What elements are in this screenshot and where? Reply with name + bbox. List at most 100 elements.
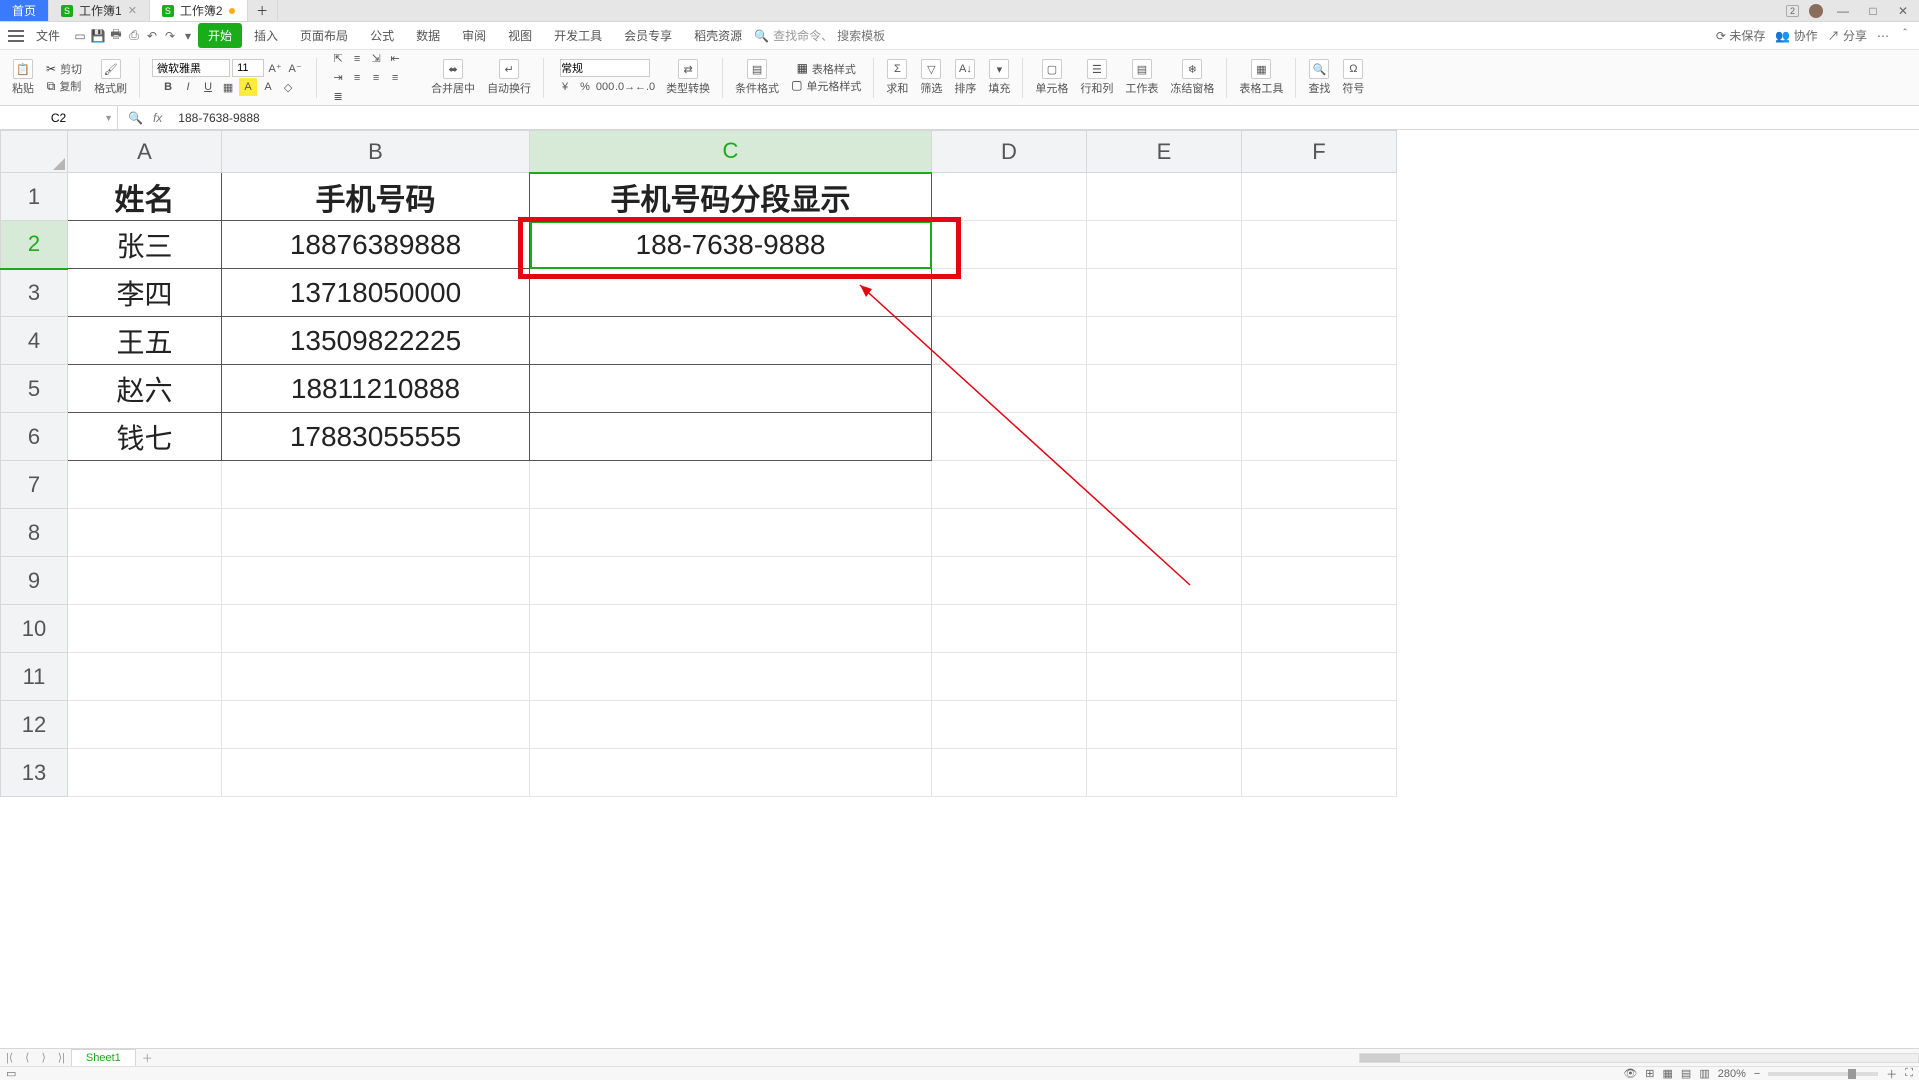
scrollbar-thumb[interactable] xyxy=(1360,1054,1400,1062)
cond-format-button[interactable]: ▤条件格式 xyxy=(731,59,783,96)
cell[interactable] xyxy=(530,461,932,509)
align-center-icon[interactable]: ≡ xyxy=(367,69,385,87)
font-color-button[interactable]: A xyxy=(259,78,277,96)
align-top-icon[interactable]: ⇱ xyxy=(329,50,347,68)
menu-start[interactable]: 开始 xyxy=(198,23,242,48)
cell[interactable] xyxy=(932,461,1087,509)
col-header-c[interactable]: C xyxy=(530,131,932,173)
paste-group[interactable]: 📋粘贴 xyxy=(8,59,38,96)
zoom-out-button[interactable]: − xyxy=(1754,1068,1760,1080)
find-button[interactable]: 🔍查找 xyxy=(1304,59,1334,96)
border-button[interactable]: ▦ xyxy=(219,78,237,96)
chevron-down-icon[interactable]: ▼ xyxy=(104,113,113,123)
tabletool-button[interactable]: ▦表格工具 xyxy=(1235,59,1287,96)
merge-button[interactable]: ⬌合并居中 xyxy=(427,59,479,96)
row-header[interactable]: 4 xyxy=(1,317,68,365)
clear-format-button[interactable]: ◇ xyxy=(279,78,297,96)
cell[interactable] xyxy=(222,605,530,653)
cell[interactable] xyxy=(222,557,530,605)
cell[interactable]: 手机号码 xyxy=(222,173,530,221)
layout-page-icon[interactable]: ▤ xyxy=(1681,1067,1691,1080)
zoom-slider[interactable] xyxy=(1768,1072,1878,1076)
cell[interactable]: 姓名 xyxy=(68,173,222,221)
table-style-button[interactable]: ▦表格样式 xyxy=(797,61,856,77)
tab-workbook-1[interactable]: 工作簿1✕ xyxy=(49,0,150,21)
tab-workbook-2[interactable]: 工作簿2 xyxy=(150,0,248,21)
redo-icon[interactable]: ↷ xyxy=(162,28,178,44)
cell[interactable] xyxy=(1087,317,1242,365)
italic-button[interactable]: I xyxy=(179,78,197,96)
layout-normal-icon[interactable]: ▦ xyxy=(1663,1067,1673,1080)
cell[interactable] xyxy=(1087,269,1242,317)
zoom-in-button[interactable]: ＋ xyxy=(1886,1066,1897,1082)
fullscreen-icon[interactable]: ⛶ xyxy=(1905,1067,1913,1080)
freeze-button[interactable]: ❄冻结窗格 xyxy=(1166,59,1218,96)
wrap-button[interactable]: ↵自动换行 xyxy=(483,59,535,96)
zoom-knob[interactable] xyxy=(1848,1069,1856,1079)
cell[interactable]: 13718050000 xyxy=(222,269,530,317)
dropdown-icon[interactable]: ▾ xyxy=(180,28,196,44)
cell[interactable] xyxy=(1242,749,1397,797)
align-left-icon[interactable]: ≡ xyxy=(348,69,366,87)
row-header[interactable]: 12 xyxy=(1,701,68,749)
sheet-nav-prev[interactable]: ⟨ xyxy=(19,1051,35,1064)
cell[interactable] xyxy=(68,557,222,605)
row-header[interactable]: 7 xyxy=(1,461,68,509)
cell[interactable]: 赵六 xyxy=(68,365,222,413)
decrease-font-icon[interactable]: A⁻ xyxy=(286,59,304,77)
menu-data[interactable]: 数据 xyxy=(406,23,450,48)
font-name-input[interactable] xyxy=(152,59,230,77)
cell[interactable] xyxy=(1087,557,1242,605)
cell[interactable] xyxy=(1087,461,1242,509)
align-justify-icon[interactable]: ≣ xyxy=(329,88,347,106)
cell[interactable] xyxy=(1242,365,1397,413)
cell[interactable] xyxy=(68,605,222,653)
sheet-tab[interactable]: Sheet1 xyxy=(71,1049,136,1066)
cell[interactable]: 王五 xyxy=(68,317,222,365)
row-header[interactable]: 13 xyxy=(1,749,68,797)
cell[interactable]: 张三 xyxy=(68,221,222,269)
cell[interactable]: 手机号码分段显示 xyxy=(530,173,932,221)
cell[interactable] xyxy=(530,749,932,797)
cell[interactable] xyxy=(932,413,1087,461)
menu-resources[interactable]: 稻壳资源 xyxy=(684,23,752,48)
cell[interactable] xyxy=(222,461,530,509)
cell[interactable] xyxy=(68,653,222,701)
coop-link[interactable]: 👥 协作 xyxy=(1775,27,1817,44)
menu-insert[interactable]: 插入 xyxy=(244,23,288,48)
layout-break-icon[interactable]: ▥ xyxy=(1699,1067,1709,1080)
menu-file[interactable]: 文件 xyxy=(26,23,70,48)
zoom-value[interactable]: 280% xyxy=(1718,1068,1746,1080)
col-header-e[interactable]: E xyxy=(1087,131,1242,173)
cell[interactable] xyxy=(932,173,1087,221)
col-header-b[interactable]: B xyxy=(222,131,530,173)
cell[interactable] xyxy=(932,365,1087,413)
cell[interactable] xyxy=(932,653,1087,701)
cell[interactable] xyxy=(530,653,932,701)
name-box[interactable]: ▼ xyxy=(0,106,118,129)
comma-icon[interactable]: 000 xyxy=(596,78,614,96)
grid-icon[interactable]: ⊞ xyxy=(1645,1067,1654,1080)
unsaved-indicator[interactable]: ⟳ 未保存 xyxy=(1716,27,1765,44)
underline-button[interactable]: U xyxy=(199,78,217,96)
close-icon[interactable]: ✕ xyxy=(128,4,137,17)
cell[interactable] xyxy=(932,269,1087,317)
cell[interactable] xyxy=(932,557,1087,605)
cell[interactable] xyxy=(530,605,932,653)
cell[interactable] xyxy=(1242,461,1397,509)
menu-page-layout[interactable]: 页面布局 xyxy=(290,23,358,48)
cell[interactable] xyxy=(1087,653,1242,701)
cell[interactable] xyxy=(1087,701,1242,749)
cell[interactable] xyxy=(932,605,1087,653)
horizontal-scrollbar[interactable] xyxy=(1359,1053,1919,1063)
cell[interactable]: 钱七 xyxy=(68,413,222,461)
cell-selected[interactable]: 188-7638-9888 xyxy=(530,221,932,269)
search-input[interactable] xyxy=(837,29,957,43)
cell-style-button[interactable]: ▢单元格样式 xyxy=(791,78,861,94)
cell[interactable] xyxy=(1087,173,1242,221)
font-size-input[interactable] xyxy=(232,59,264,77)
eye-icon[interactable]: 👁 xyxy=(1623,1067,1637,1080)
fill-button[interactable]: ▾填充 xyxy=(984,59,1014,96)
cell[interactable] xyxy=(222,509,530,557)
badge-count[interactable]: 2 xyxy=(1786,5,1799,17)
